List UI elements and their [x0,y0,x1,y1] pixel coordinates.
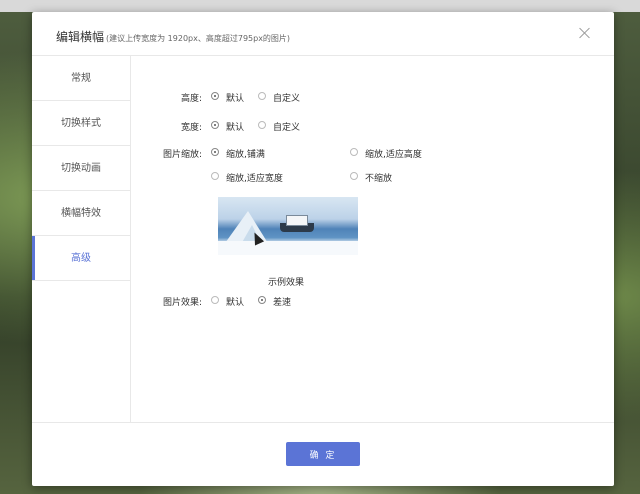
effect-parallax-option[interactable]: 差速 [273,295,291,308]
height-default-radio[interactable] [211,92,219,100]
scale-none-radio[interactable] [350,172,358,180]
close-icon[interactable] [578,26,592,40]
confirm-button[interactable]: 确 定 [286,442,360,466]
preview-image [218,197,358,255]
sidebar-item-general[interactable]: 常规 [32,56,130,101]
sidebar-item-advanced[interactable]: 高级 [32,236,130,281]
scale-fill-radio[interactable] [211,148,219,156]
sidebar-item-banner-effects[interactable]: 横幅特效 [32,191,130,236]
scale-fit-height-radio[interactable] [350,148,358,156]
scale-fit-width-radio[interactable] [211,172,219,180]
scale-fit-width-option[interactable]: 缩放,适应宽度 [226,171,283,184]
sidebar-item-label: 高级 [71,253,91,264]
dialog-title-text: 编辑横幅 [56,30,105,44]
height-label: 高度: [180,94,202,104]
sidebar-item-label: 横幅特效 [61,208,101,219]
background-nav-bar [0,0,640,12]
effect-label: 图片效果: [162,298,202,308]
dialog-title: 编辑横幅 (建议上传宽度为 1920px、高度超过795px的图片) [56,28,290,45]
effect-default-radio[interactable] [211,296,219,304]
height-custom-option[interactable]: 自定义 [273,91,300,104]
scale-fill-option[interactable]: 缩放,铺满 [226,147,265,160]
sidebar-item-switch-style[interactable]: 切换样式 [32,101,130,146]
width-custom-radio[interactable] [258,121,266,129]
settings-sidebar: 常规 切换样式 切换动画 横幅特效 高级 [32,56,131,422]
height-default-option[interactable]: 默认 [226,91,244,104]
dialog-footer: 确 定 [32,422,614,486]
scale-fit-height-option[interactable]: 缩放,适应高度 [365,147,422,160]
dialog-header: 编辑横幅 (建议上传宽度为 1920px、高度超过795px的图片) [32,12,614,56]
sidebar-item-label: 切换动画 [61,163,101,174]
width-default-radio[interactable] [211,121,219,129]
dialog-subtitle: (建议上传宽度为 1920px、高度超过795px的图片) [106,34,291,43]
sidebar-item-label: 切换样式 [61,118,101,129]
height-custom-radio[interactable] [258,92,266,100]
width-custom-option[interactable]: 自定义 [273,120,300,133]
width-default-option[interactable]: 默认 [226,120,244,133]
width-label: 宽度: [180,123,202,133]
sidebar-item-label: 常规 [71,73,91,84]
ship-deck-shape [286,215,308,226]
sidebar-item-switch-animation[interactable]: 切换动画 [32,146,130,191]
effect-parallax-radio[interactable] [258,296,266,304]
scale-none-option[interactable]: 不缩放 [365,171,392,184]
settings-content: 高度: 默认 自定义 宽度: 默认 自定义 图片缩放: 缩放,铺满 缩放,适应高… [130,56,614,422]
effect-default-option[interactable]: 默认 [226,295,244,308]
scale-label: 图片缩放: [162,150,202,160]
edit-banner-dialog: 编辑横幅 (建议上传宽度为 1920px、高度超过795px的图片) 常规 切换样… [32,12,614,486]
ice-shelf-shape [218,241,358,255]
preview-caption: 示例效果 [268,278,305,288]
